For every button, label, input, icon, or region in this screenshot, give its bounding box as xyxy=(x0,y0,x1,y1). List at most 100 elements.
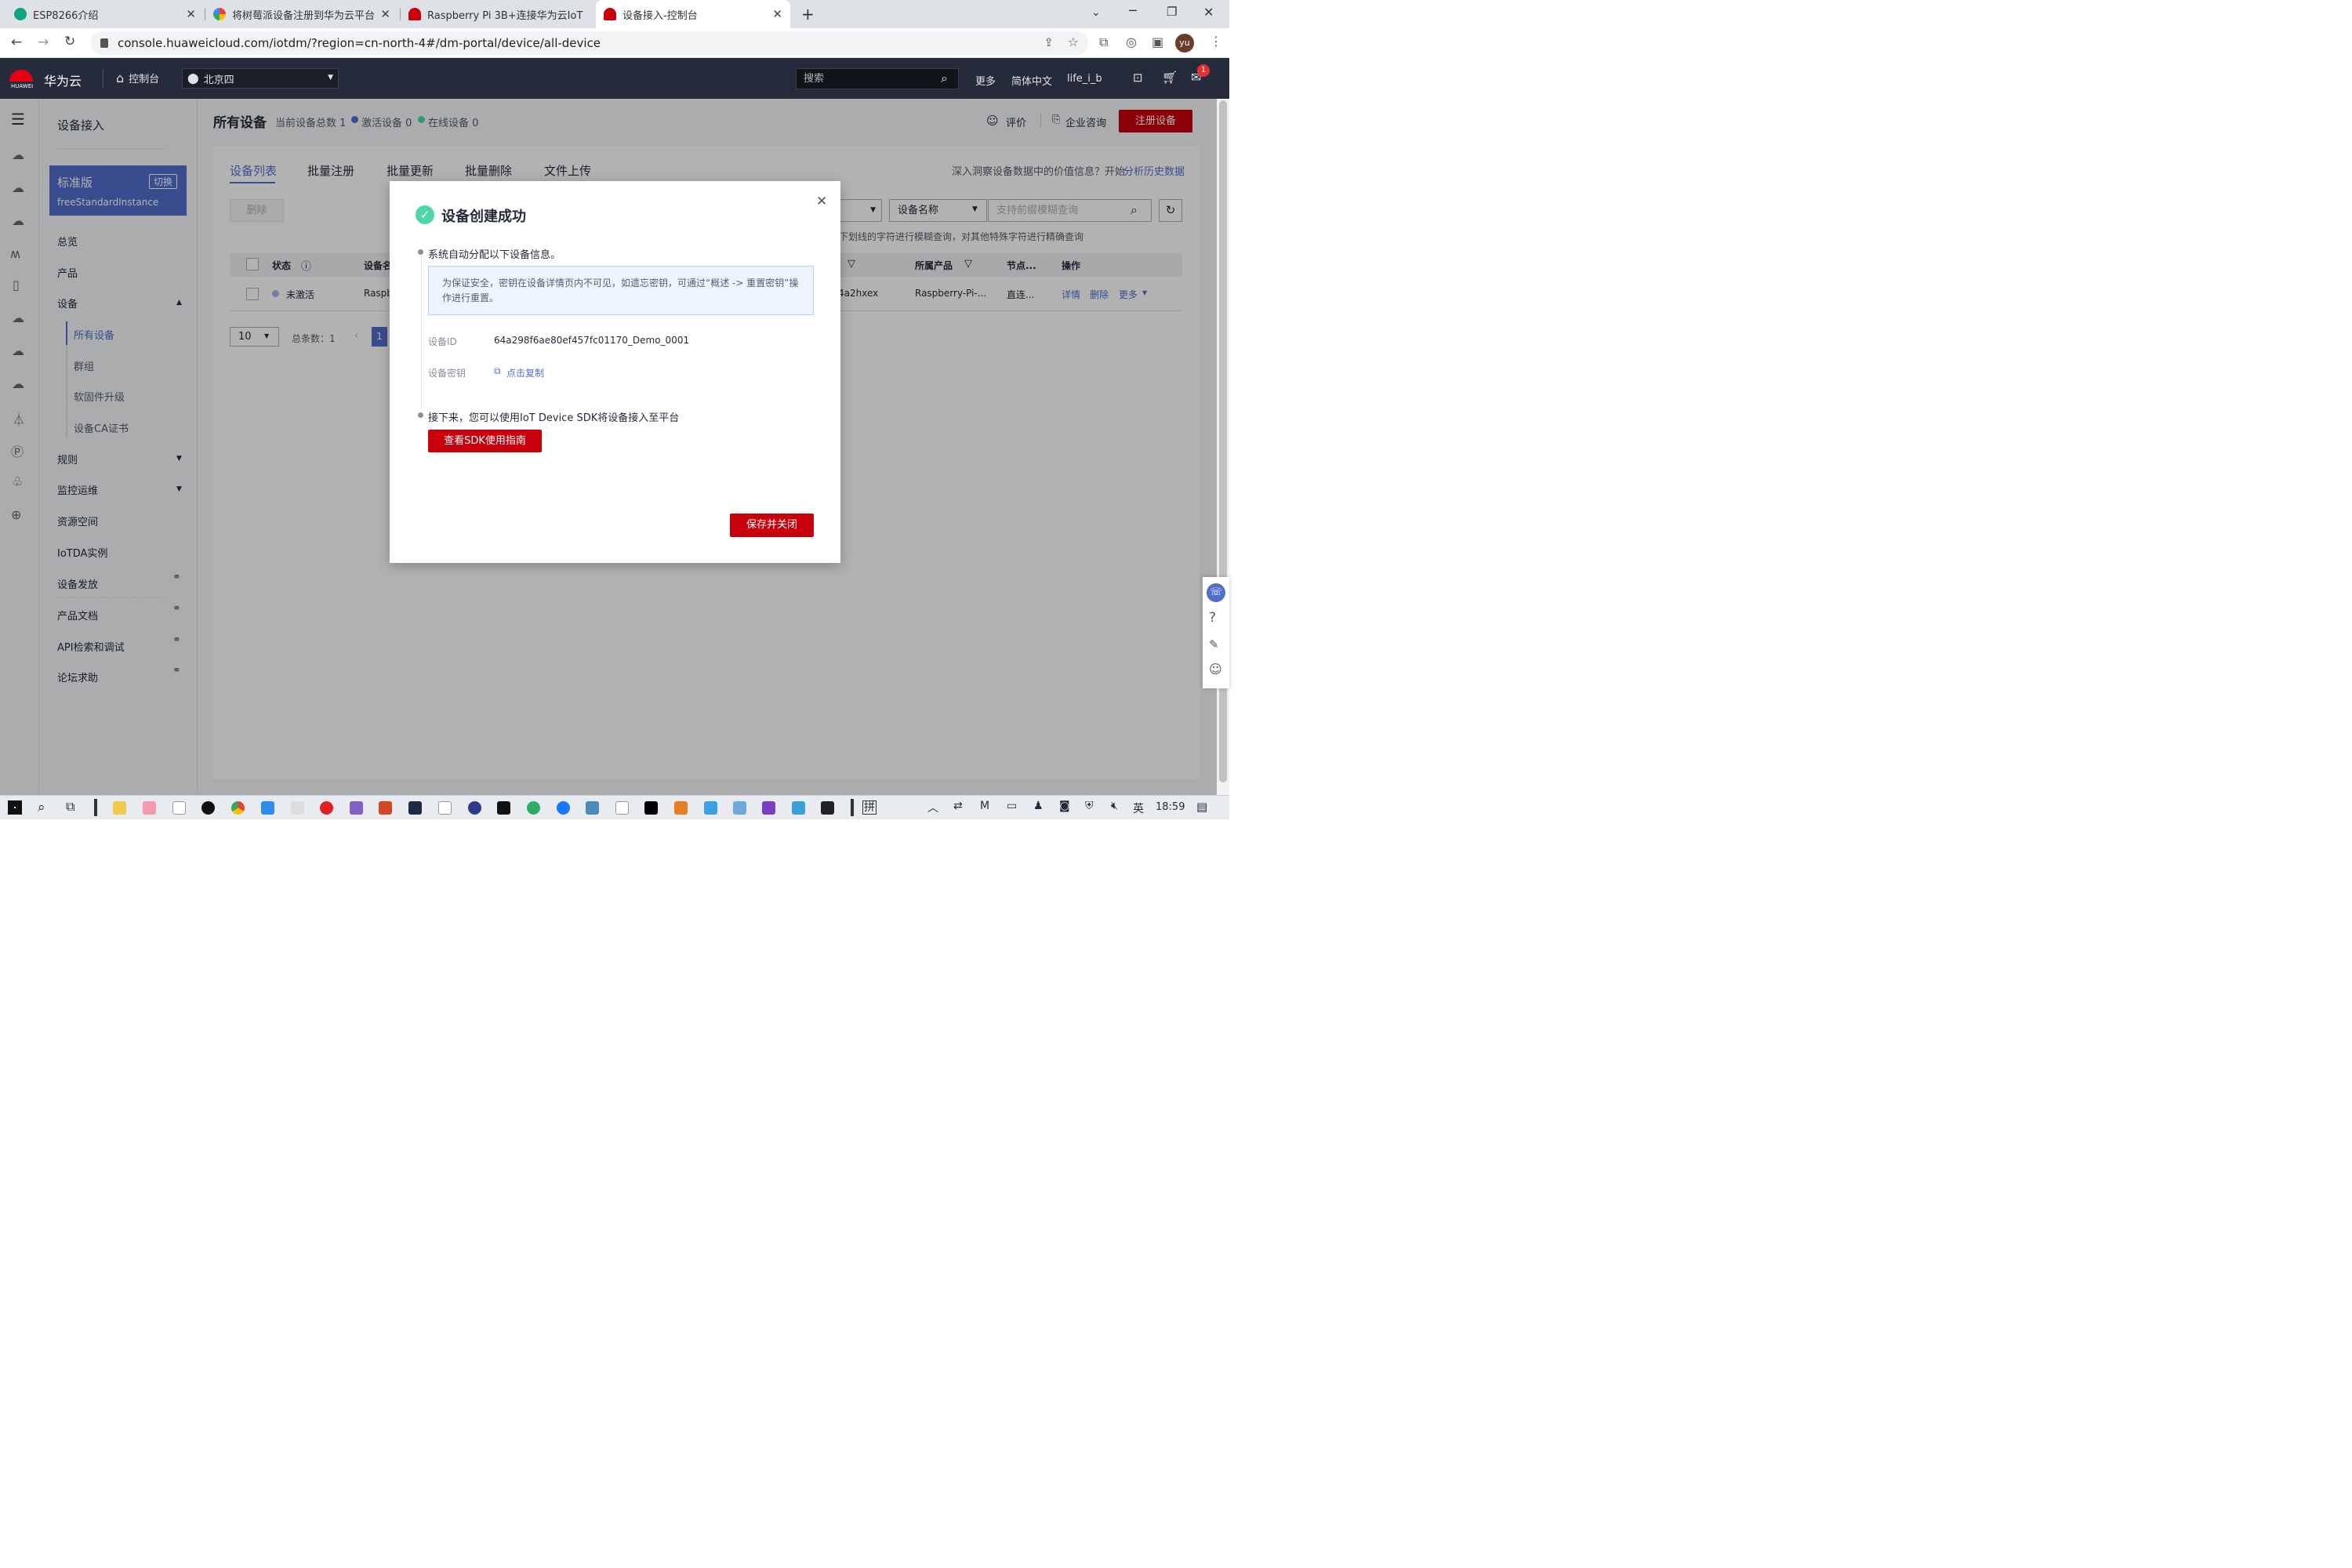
qq-icon[interactable] xyxy=(201,801,215,815)
language-switch[interactable]: 简体中文 xyxy=(1011,73,1052,88)
lock-icon xyxy=(100,38,108,48)
windows-start-icon[interactable] xyxy=(8,800,22,815)
app-icon[interactable] xyxy=(557,801,570,815)
region-label: 北京四 xyxy=(203,74,234,86)
input-language[interactable]: 英 xyxy=(1133,800,1144,816)
close-tab-icon[interactable]: ✕ xyxy=(772,7,782,21)
eclipse-icon[interactable] xyxy=(468,801,481,815)
wechat-icon[interactable] xyxy=(527,801,540,815)
app-icon[interactable] xyxy=(615,801,629,815)
huawei-icon xyxy=(604,8,616,20)
typora-icon[interactable] xyxy=(438,801,452,815)
global-search-input[interactable]: 搜索 xyxy=(796,68,959,89)
close-tab-icon[interactable]: ✕ xyxy=(186,7,196,21)
app-icon[interactable] xyxy=(261,801,274,815)
chrome-icon[interactable] xyxy=(231,801,245,815)
copy-secret-link[interactable]: 点击复制 xyxy=(506,366,544,379)
close-window-icon[interactable]: ✕ xyxy=(1203,5,1214,20)
visual-studio-icon[interactable] xyxy=(350,801,363,815)
help-icon[interactable]: ? xyxy=(1209,610,1216,626)
volume-muted-icon[interactable]: 🔇︎ xyxy=(1111,800,1118,812)
notifications-icon[interactable]: ▤ xyxy=(1196,800,1207,814)
region-select[interactable]: ⬤ 北京四 ▼ xyxy=(182,68,339,89)
cart-icon[interactable]: 🛒︎ xyxy=(1162,70,1178,85)
app-icon[interactable] xyxy=(674,801,688,815)
security-icon[interactable]: ⛨ xyxy=(1085,800,1094,812)
restore-icon[interactable]: ❐ xyxy=(1167,5,1177,19)
close-tab-icon[interactable]: ✕ xyxy=(380,7,390,21)
device-id-label: 设备ID xyxy=(428,336,457,347)
task-view-icon[interactable]: ⧉ xyxy=(66,799,74,815)
search-icon[interactable]: ⌕ xyxy=(38,800,45,815)
address-bar[interactable]: console.huaweicloud.com/iotdm/?region=cn… xyxy=(91,31,1088,55)
cloud-shell-icon[interactable]: ⊡ xyxy=(1133,71,1143,85)
tray-chevron-icon[interactable]: ︿ xyxy=(927,800,938,815)
console-link[interactable]: ⌂ 控制台 xyxy=(116,71,159,85)
chatgpt-icon xyxy=(14,8,27,20)
tray-app-icon[interactable]: ◙ xyxy=(1059,800,1070,812)
chevron-down-icon[interactable]: ⌄ xyxy=(1091,6,1101,19)
browser-tab-bar: ESP8266介绍 ✕ 将树莓派设备注册到华为云平台 ✕ Raspberry P… xyxy=(0,0,1229,28)
intellij-icon[interactable] xyxy=(644,801,658,815)
sidepanel-icon[interactable]: ▣ xyxy=(1152,34,1163,49)
bookmark-star-icon[interactable]: ☆ xyxy=(1068,34,1079,49)
app-icon[interactable] xyxy=(762,801,775,815)
app-icon[interactable] xyxy=(291,801,304,815)
message-badge: 1 xyxy=(1197,64,1210,77)
forward-icon[interactable]: → xyxy=(38,34,49,50)
caret-down-icon: ▼ xyxy=(328,74,333,82)
notepad-icon[interactable] xyxy=(172,801,186,815)
feedback-icon[interactable]: ✎ xyxy=(1209,637,1219,652)
profile-avatar[interactable]: yu xyxy=(1175,34,1194,53)
menu-dots-icon[interactable]: ⋮ xyxy=(1210,34,1222,49)
share-icon[interactable]: ⇪ xyxy=(1044,35,1054,49)
reload-icon[interactable]: ↻ xyxy=(64,34,75,49)
dialog-title: 设备创建成功 xyxy=(441,209,526,225)
app-icon[interactable] xyxy=(792,801,805,815)
performance-icon[interactable]: ◎ xyxy=(1126,34,1137,49)
app-icon[interactable] xyxy=(320,801,333,815)
taskbar-divider xyxy=(851,799,854,816)
datagrip-icon[interactable] xyxy=(497,801,510,815)
app-icon[interactable] xyxy=(143,801,156,815)
browser-tab-2[interactable]: 将树莓派设备注册到华为云平台 ✕ xyxy=(205,0,398,28)
battery-icon[interactable]: ▭ xyxy=(1007,800,1017,812)
console-label: 控制台 xyxy=(129,74,160,85)
powerpoint-icon[interactable] xyxy=(379,801,392,815)
browser-tab-1[interactable]: ESP8266介绍 ✕ xyxy=(6,0,204,28)
file-explorer-icon[interactable] xyxy=(113,801,126,815)
browser-toolbar: ← → ↻ console.huaweicloud.com/iotdm/?reg… xyxy=(0,28,1229,58)
new-tab-icon[interactable]: + xyxy=(801,5,815,24)
user-menu[interactable]: life_i_b xyxy=(1067,73,1102,85)
tab-title: Raspberry Pi 3B+连接华为云IoT xyxy=(427,9,583,22)
page-scrollbar[interactable] xyxy=(1217,99,1229,795)
url-text: console.huaweicloud.com/iotdm/?region=cn… xyxy=(118,36,601,50)
tab-title: 设备接入-控制台 xyxy=(622,9,698,22)
app-icon[interactable] xyxy=(704,801,717,815)
customer-service-icon[interactable]: ☏ xyxy=(1207,583,1225,602)
view-sdk-guide-button[interactable]: 查看SDK使用指南 xyxy=(428,430,542,452)
save-and-close-button[interactable]: 保存并关闭 xyxy=(730,514,814,537)
back-icon[interactable]: ← xyxy=(11,34,22,50)
tray-app-icon[interactable]: M xyxy=(980,800,989,812)
minimize-icon[interactable]: ─ xyxy=(1129,3,1137,18)
extensions-icon[interactable]: ⧉ xyxy=(1099,34,1108,50)
brand-name[interactable]: 华为云 xyxy=(44,71,82,89)
ime-toolbar[interactable]: 拼 xyxy=(862,800,877,815)
browser-tab-3[interactable]: Raspberry Pi 3B+连接华为云IoT xyxy=(401,0,593,28)
app-icon[interactable] xyxy=(733,801,746,815)
terminal-icon[interactable] xyxy=(821,801,834,815)
windows-taskbar: ⌕ ⧉ 拼 ︿ ⇄ M ▭ ♟ ◙ ⛨ 🔇︎ 英 18:59 ▤ xyxy=(0,795,1229,819)
search-icon[interactable]: ⌕ xyxy=(941,71,948,86)
satisfaction-icon[interactable]: ☺ xyxy=(1209,662,1222,677)
close-icon[interactable]: ✕ xyxy=(816,194,827,209)
clock[interactable]: 18:59 xyxy=(1156,801,1185,813)
browser-tab-4-active[interactable]: 设备接入-控制台 ✕ xyxy=(596,0,790,28)
step-dot xyxy=(418,412,423,418)
security-notice: 为保证安全，密钥在设备详情页内不可见，如遗忘密钥，可通过“概述 -> 重置密钥”… xyxy=(428,266,814,315)
app-icon[interactable] xyxy=(408,801,422,815)
app-icon[interactable] xyxy=(586,801,599,815)
tray-app-icon[interactable]: ⇄ xyxy=(953,800,963,812)
tray-qq-icon[interactable]: ♟ xyxy=(1033,800,1044,812)
more-menu[interactable]: 更多 xyxy=(975,73,996,88)
